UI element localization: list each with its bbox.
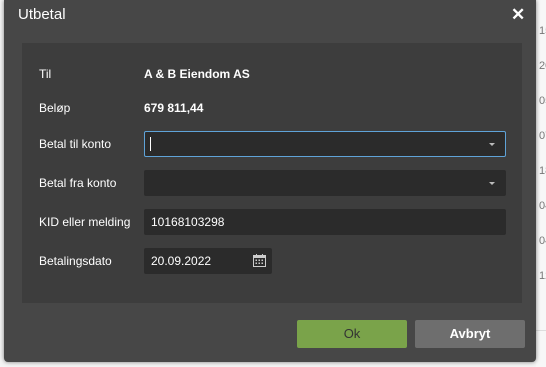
background-value: 04 [539,200,546,212]
text-cursor [150,137,151,151]
payment-dialog: Utbetal ✕ Til A & B Eiendom AS Beløp 679… [4,0,536,362]
background-page-edge [536,0,546,367]
ok-button[interactable]: Ok [297,320,407,348]
background-value: 20 [539,60,546,72]
background-value: 04 [539,235,546,247]
background-value: 12 [539,270,546,282]
betalingsdato-label: Betalingsdato [39,254,112,268]
til-label: Til [39,67,52,81]
background-value: 07 [539,130,546,142]
chevron-down-icon[interactable] [489,182,495,185]
kid-input[interactable]: 10168103298 [144,209,506,235]
kid-value: 10168103298 [151,215,225,229]
betalingsdato-value: 20.09.2022 [151,254,212,268]
belop-label: Beløp [39,101,71,115]
belop-value: 679 811,44 [144,101,204,115]
background-value: 15 [539,25,546,37]
chevron-down-icon[interactable] [489,143,495,146]
background-value: 18 [539,165,546,177]
betal-til-konto-label: Betal til konto [39,137,112,151]
kid-label: KID eller melding [39,215,131,229]
background-value: 05 [539,95,546,107]
calendar-icon[interactable] [253,254,266,267]
betal-fra-konto-select[interactable] [144,170,506,196]
dialog-title: Utbetal [18,6,66,23]
betal-fra-konto-label: Betal fra konto [39,176,117,190]
cancel-button[interactable]: Avbryt [415,320,525,348]
background-divider [536,330,546,331]
til-value: A & B Eiendom AS [144,67,250,81]
close-icon[interactable]: ✕ [511,5,525,25]
betal-til-konto-select[interactable] [144,131,506,157]
form-panel: Til A & B Eiendom AS Beløp 679 811,44 Be… [22,43,522,303]
betalingsdato-input[interactable]: 20.09.2022 [144,248,272,274]
